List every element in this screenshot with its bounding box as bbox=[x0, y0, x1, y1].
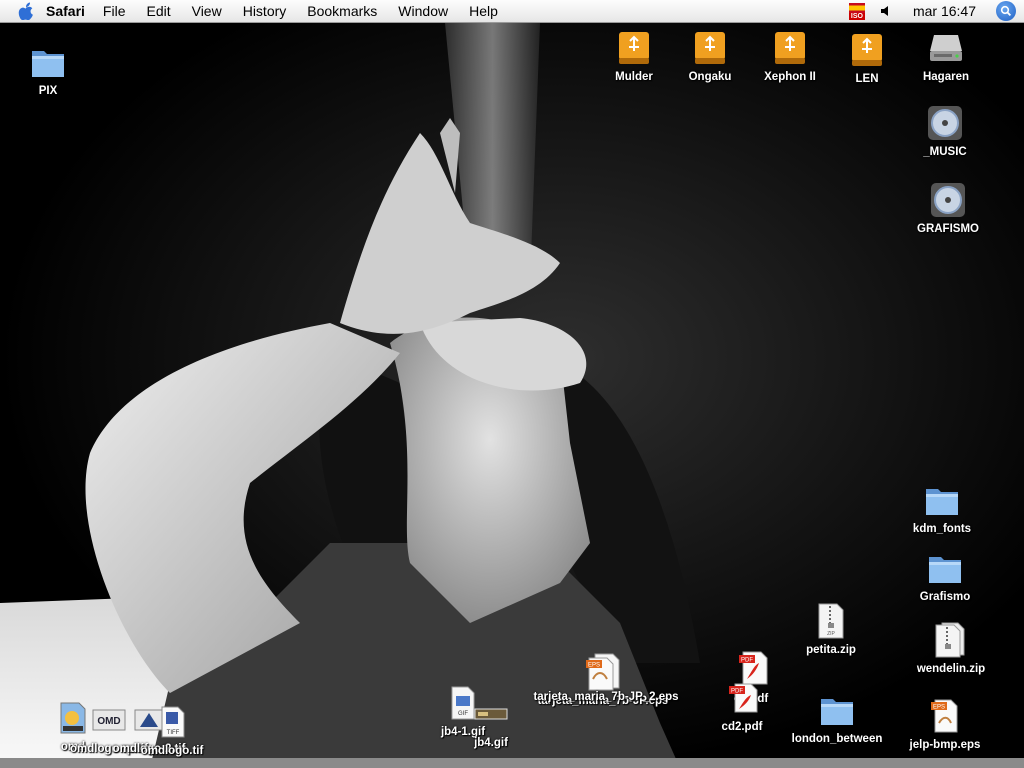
desktop-icon-len[interactable]: LEN bbox=[822, 30, 912, 85]
apple-menu-icon[interactable] bbox=[18, 2, 36, 20]
icon-label: wendelin.zip bbox=[916, 663, 986, 675]
menu-bookmarks[interactable]: Bookmarks bbox=[307, 3, 377, 19]
eps-badge: EPS bbox=[588, 663, 600, 669]
desktop-icon-hagaren[interactable]: Hagaren bbox=[901, 28, 991, 83]
menu-help[interactable]: Help bbox=[469, 3, 498, 19]
desktop-icon-omdlogo-tif[interactable]: TIFF omdlogo.tif bbox=[127, 702, 217, 757]
usb-drive-icon bbox=[614, 28, 654, 68]
menu-view[interactable]: View bbox=[192, 3, 222, 19]
eps-file-icon: EPS bbox=[925, 696, 965, 736]
icon-label: _MUSIC bbox=[923, 146, 967, 158]
tiff-badge: TIFF bbox=[167, 730, 180, 736]
desktop-wallpaper bbox=[0, 23, 1024, 768]
zip-archive-icon bbox=[931, 620, 971, 660]
icon-label: petita.zip bbox=[806, 644, 856, 656]
disc-image-icon bbox=[928, 180, 968, 220]
gif-thumbnail-icon bbox=[471, 694, 511, 734]
icon-label: PIX bbox=[38, 85, 58, 97]
usb-drive-icon bbox=[690, 28, 730, 68]
icon-label: london_between bbox=[791, 733, 883, 745]
volume-speaker-icon[interactable] bbox=[879, 4, 893, 18]
desktop-icon-wendelin-zip[interactable]: wendelin.zip bbox=[906, 620, 996, 675]
menu-file[interactable]: File bbox=[103, 3, 126, 19]
zip-archive-icon: ZIP bbox=[811, 601, 851, 641]
app-menu-safari[interactable]: Safari bbox=[46, 3, 85, 19]
desktop-icon-tarjeta-eps2[interactable]: tarjeta_maria_7b-JP_2.eps bbox=[533, 688, 678, 703]
pdf-badge: PDF bbox=[741, 658, 753, 664]
desktop-icon-music[interactable]: _MUSIC bbox=[900, 103, 990, 158]
desktop-icon-london-between[interactable]: london_between bbox=[792, 690, 882, 745]
folder-icon bbox=[28, 42, 68, 82]
desktop-icon-jelp-eps[interactable]: EPS jelp-bmp.eps bbox=[900, 696, 990, 751]
icon-label: omdlogo.tif bbox=[140, 745, 204, 757]
spotlight-search-icon[interactable] bbox=[996, 1, 1016, 21]
menu-clock[interactable]: mar 16:47 bbox=[913, 3, 976, 19]
icon-label: GRAFISMO bbox=[917, 223, 979, 235]
eps-badge: EPS bbox=[933, 705, 945, 711]
folder-icon bbox=[925, 548, 965, 588]
usb-drive-icon bbox=[847, 30, 887, 70]
disc-image-icon bbox=[925, 103, 965, 143]
icon-label: tarjeta_maria_7b-JP_2.eps bbox=[533, 691, 679, 703]
icon-label: Xephon II bbox=[764, 71, 816, 83]
menu-history[interactable]: History bbox=[243, 3, 287, 19]
dock-strip bbox=[0, 758, 1024, 768]
folder-icon bbox=[817, 690, 857, 730]
zip-badge: ZIP bbox=[827, 631, 835, 637]
icon-label: Mulder bbox=[615, 71, 653, 83]
input-menu-label: ISO bbox=[848, 13, 865, 20]
icon-label: LEN bbox=[855, 73, 879, 85]
menu-bar: Safari File Edit View History Bookmarks … bbox=[0, 0, 1024, 23]
desktop-icon-pix[interactable]: PIX bbox=[3, 42, 93, 97]
usb-drive-icon bbox=[770, 28, 810, 68]
icon-label: jelp-bmp.eps bbox=[909, 739, 981, 751]
pdf-file-icon: PDF bbox=[722, 678, 762, 718]
desktop-icon-jb4-gif[interactable]: jb4.gif bbox=[446, 694, 536, 749]
hard-disk-icon bbox=[926, 28, 966, 68]
desktop-icon-grafismo-folder[interactable]: Grafismo bbox=[900, 548, 990, 603]
folder-icon bbox=[922, 480, 962, 520]
pdf-badge: PDF bbox=[731, 689, 743, 695]
icon-label: Grafismo bbox=[919, 591, 971, 603]
menu-window[interactable]: Window bbox=[398, 3, 448, 19]
desktop-icon-grafismo-disc[interactable]: GRAFISMO bbox=[903, 180, 993, 235]
eps-file-icon: EPS bbox=[583, 652, 623, 692]
input-menu-flag-icon[interactable]: ISO bbox=[848, 2, 865, 20]
icon-label: Ongaku bbox=[688, 71, 732, 83]
desktop-icon-ongaku[interactable]: Ongaku bbox=[665, 28, 755, 83]
icon-label: cd2.pdf bbox=[721, 721, 763, 733]
desktop-icon-kdm-fonts[interactable]: kdm_fonts bbox=[897, 480, 987, 535]
icon-label: kdm_fonts bbox=[912, 523, 972, 535]
icon-label: jb4.gif bbox=[474, 737, 508, 749]
icon-label: Hagaren bbox=[922, 71, 970, 83]
tiff-file-icon: TIFF bbox=[152, 702, 192, 742]
menu-edit[interactable]: Edit bbox=[146, 3, 170, 19]
desktop-icon-petita-zip[interactable]: ZIP petita.zip bbox=[786, 601, 876, 656]
desktop-icon-cd2-pdf[interactable]: PDF cd2.pdf bbox=[697, 678, 787, 733]
